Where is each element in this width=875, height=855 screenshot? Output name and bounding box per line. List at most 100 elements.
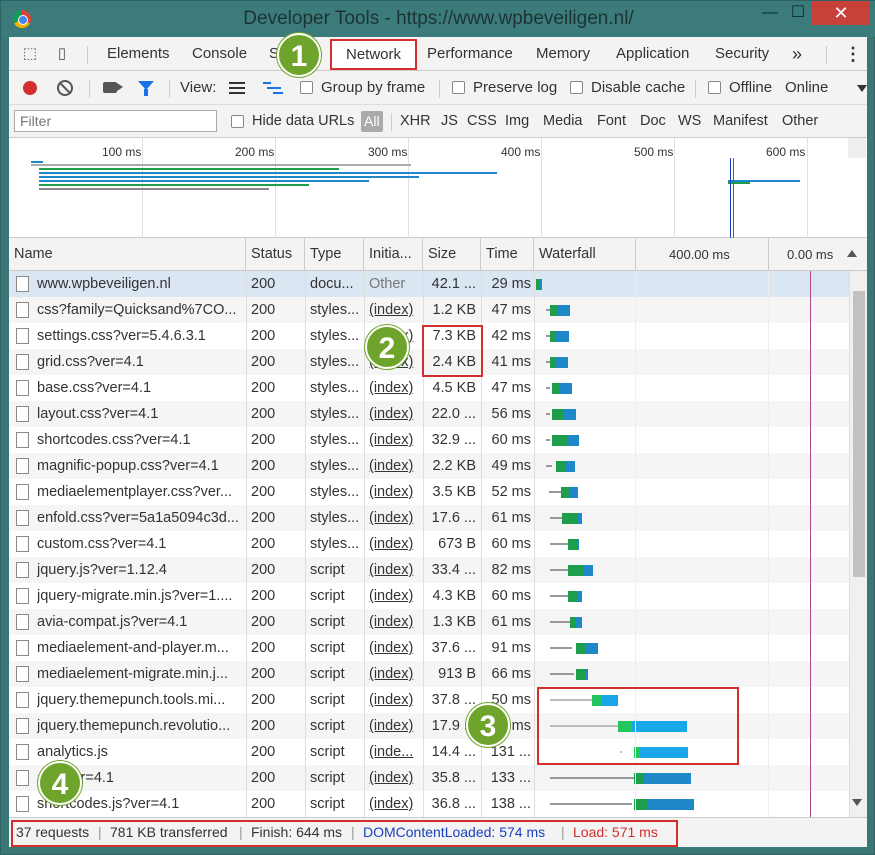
request-name[interactable]: custom.css?ver=4.1 bbox=[37, 531, 242, 557]
table-row[interactable]: jquery-migrate.min.js?ver=1.... 200 script… bbox=[9, 583, 849, 609]
table-row[interactable]: jquery.js?ver=1.12.4 200 script (index) 33.4… bbox=[9, 557, 849, 583]
request-name[interactable]: mediaelementplayer.css?ver... bbox=[37, 479, 242, 505]
hide-data-urls-checkbox[interactable] bbox=[231, 115, 244, 128]
request-name[interactable]: mediaelement-and-player.m... bbox=[37, 635, 242, 661]
offline-checkbox[interactable] bbox=[708, 81, 721, 94]
disable-cache-checkbox[interactable] bbox=[570, 81, 583, 94]
request-initiator[interactable]: (index) bbox=[369, 427, 419, 453]
table-row[interactable]: shortcodes.js?ver=4.1 200 script (index) 36.… bbox=[9, 791, 849, 817]
request-name[interactable]: jquery.themepunch.tools.mi... bbox=[37, 687, 242, 713]
request-name[interactable]: base.css?ver=4.1 bbox=[37, 375, 242, 401]
table-row[interactable]: a...?ver=4.1200script(index)35.8 ...133 … bbox=[9, 765, 849, 791]
table-row[interactable]: shortcodes.css?ver=4.1 200 styles... (index… bbox=[9, 427, 849, 453]
request-initiator[interactable]: (index) bbox=[369, 557, 419, 583]
close-button[interactable]: ✕ bbox=[812, 1, 870, 25]
vertical-scrollbar[interactable] bbox=[849, 271, 867, 817]
request-initiator[interactable]: (index) bbox=[369, 583, 419, 609]
tab-performance[interactable]: Performance bbox=[427, 37, 513, 71]
large-rows-icon[interactable] bbox=[229, 82, 245, 94]
request-initiator[interactable]: (index) bbox=[369, 765, 419, 791]
request-name[interactable]: mediaelement-migrate.min.j... bbox=[37, 661, 242, 687]
request-initiator[interactable]: (index) bbox=[369, 297, 419, 323]
request-initiator[interactable]: (inde... bbox=[369, 739, 419, 765]
column-name[interactable]: Name bbox=[9, 238, 246, 271]
tab-security[interactable]: Security bbox=[715, 37, 769, 71]
type-filter-font[interactable]: Font bbox=[597, 105, 626, 138]
type-filter-doc[interactable]: Doc bbox=[640, 105, 666, 138]
type-filter-css[interactable]: CSS bbox=[467, 105, 497, 138]
minimize-button[interactable]: — bbox=[756, 1, 784, 25]
column-initiator[interactable]: Initia... bbox=[364, 238, 423, 271]
request-name[interactable]: shortcodes.css?ver=4.1 bbox=[37, 427, 242, 453]
request-initiator[interactable]: (index) bbox=[369, 791, 419, 817]
tab-elements[interactable]: Elements bbox=[107, 37, 170, 71]
record-icon[interactable] bbox=[23, 81, 37, 95]
request-initiator[interactable]: (index) bbox=[369, 401, 419, 427]
column-time[interactable]: Time bbox=[481, 238, 534, 271]
table-row[interactable]: enfold.css?ver=5a1a5094c3d... 200 styles..… bbox=[9, 505, 849, 531]
type-filter-other[interactable]: Other bbox=[782, 105, 818, 138]
type-filter-xhr[interactable]: XHR bbox=[400, 105, 431, 138]
request-name[interactable]: analytics.js bbox=[37, 739, 242, 765]
scrollbar-thumb[interactable] bbox=[853, 291, 865, 577]
throttling-select[interactable]: Online bbox=[785, 71, 828, 105]
request-initiator[interactable]: (index) bbox=[369, 635, 419, 661]
table-row[interactable]: css?family=Quicksand%7CO... 200 styles... (… bbox=[9, 297, 849, 323]
table-row[interactable]: base.css?ver=4.1 200 styles... (index) 4.5 K… bbox=[9, 375, 849, 401]
throttling-dropdown-icon[interactable] bbox=[857, 85, 867, 92]
type-filter-manifest[interactable]: Manifest bbox=[713, 105, 768, 138]
request-name[interactable]: jquery-migrate.min.js?ver=1.... bbox=[37, 583, 242, 609]
request-name[interactable]: avia-compat.js?ver=4.1 bbox=[37, 609, 242, 635]
preserve-log-checkbox[interactable] bbox=[452, 81, 465, 94]
type-filter-media[interactable]: Media bbox=[543, 105, 583, 138]
tab-memory[interactable]: Memory bbox=[536, 37, 590, 71]
request-initiator[interactable]: (index) bbox=[369, 479, 419, 505]
request-name[interactable]: enfold.css?ver=5a1a5094c3d... bbox=[37, 505, 242, 531]
request-initiator[interactable]: (index) bbox=[369, 531, 419, 557]
clear-icon[interactable] bbox=[57, 80, 73, 96]
table-row[interactable]: mediaelement-migrate.min.j... 200 script (i… bbox=[9, 661, 849, 687]
request-name[interactable]: css?family=Quicksand%7CO... bbox=[37, 297, 242, 323]
table-row[interactable]: www.wpbeveiligen.nl 200 docu... Other 42.1 .… bbox=[9, 271, 849, 297]
table-row[interactable]: custom.css?ver=4.1 200 styles... (index) 673… bbox=[9, 531, 849, 557]
maximize-button[interactable]: ☐ bbox=[784, 1, 812, 25]
request-name[interactable]: settings.css?ver=5.4.6.3.1 bbox=[37, 323, 242, 349]
request-initiator[interactable]: (index) bbox=[369, 713, 419, 739]
settings-menu-icon[interactable]: ⋮ bbox=[844, 37, 862, 71]
overview-icon[interactable] bbox=[263, 82, 283, 94]
device-toolbar-icon[interactable]: ▯ bbox=[53, 45, 71, 63]
capture-screenshots-icon[interactable] bbox=[103, 82, 123, 93]
table-row[interactable]: avia-compat.js?ver=4.1 200 script (index) 1.… bbox=[9, 609, 849, 635]
request-name[interactable]: www.wpbeveiligen.nl bbox=[37, 271, 242, 297]
inspect-element-icon[interactable]: ⬚ bbox=[21, 45, 39, 63]
table-row[interactable]: layout.css?ver=4.1 200 styles... (index) 22.… bbox=[9, 401, 849, 427]
request-initiator[interactable]: (index) bbox=[369, 661, 419, 687]
scroll-up-icon[interactable] bbox=[847, 250, 857, 257]
table-row[interactable]: mediaelement-and-player.m... 200 script (in… bbox=[9, 635, 849, 661]
column-size[interactable]: Size bbox=[423, 238, 481, 271]
request-name[interactable]: jquery.js?ver=1.12.4 bbox=[37, 557, 242, 583]
tab-network[interactable]: Network bbox=[330, 39, 418, 70]
request-name[interactable]: magnific-popup.css?ver=4.1 bbox=[37, 453, 242, 479]
column-waterfall[interactable]: Waterfall bbox=[534, 238, 636, 271]
type-filter-img[interactable]: Img bbox=[505, 105, 529, 138]
column-type[interactable]: Type bbox=[305, 238, 364, 271]
type-filter-all[interactable]: All bbox=[361, 111, 383, 132]
scroll-down-icon[interactable] bbox=[852, 799, 862, 806]
type-filter-ws[interactable]: WS bbox=[678, 105, 701, 138]
group-by-frame-checkbox[interactable] bbox=[300, 81, 313, 94]
request-name[interactable]: jquery.themepunch.revolutio... bbox=[37, 713, 242, 739]
more-tabs-icon[interactable]: » bbox=[792, 37, 802, 71]
request-initiator[interactable]: (index) bbox=[369, 375, 419, 401]
request-name[interactable]: layout.css?ver=4.1 bbox=[37, 401, 242, 427]
column-status[interactable]: Status bbox=[246, 238, 305, 271]
overview-timeline[interactable]: 100 ms 200 ms 300 ms 400 ms 500 ms 600 m… bbox=[9, 138, 867, 238]
table-row[interactable]: magnific-popup.css?ver=4.1 200 styles... (i… bbox=[9, 453, 849, 479]
tab-console[interactable]: Console bbox=[192, 37, 247, 71]
request-initiator[interactable]: (index) bbox=[369, 453, 419, 479]
request-initiator[interactable]: (index) bbox=[369, 505, 419, 531]
request-name[interactable]: grid.css?ver=4.1 bbox=[37, 349, 242, 375]
request-initiator[interactable]: (index) bbox=[369, 609, 419, 635]
filter-input[interactable] bbox=[14, 110, 217, 132]
tab-application[interactable]: Application bbox=[616, 37, 689, 71]
